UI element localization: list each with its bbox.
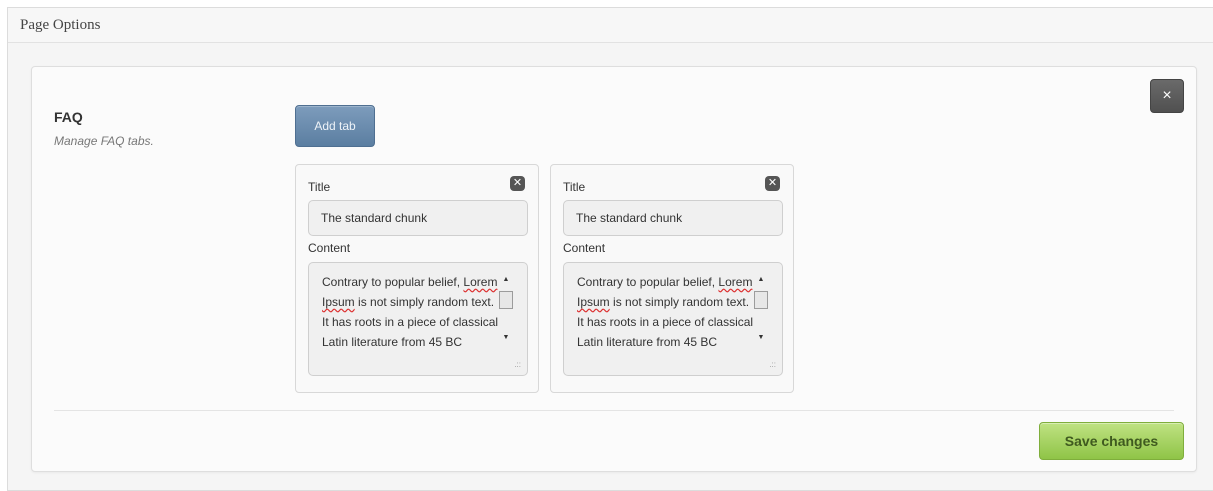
faq-tab-card: ✕ Title The standard chunk Content Contr… (295, 164, 539, 393)
arrow-down-icon[interactable]: ▼ (498, 331, 514, 345)
content-label: Content (563, 241, 606, 255)
title-label: Title (563, 180, 586, 194)
tab-title-input[interactable]: The standard chunk (563, 200, 783, 236)
page-options-container: Page Options × FAQ Manage FAQ tabs. Add … (7, 7, 1213, 491)
content-label: Content (308, 241, 351, 255)
tab-content-text: Contrary to popular belief, Lorem Ipsum … (577, 275, 754, 349)
resize-grip-icon[interactable]: .:: (514, 361, 521, 369)
textarea-scrollbar[interactable]: ▲ ▼ (498, 273, 514, 351)
footer-divider (54, 410, 1174, 411)
tab-content-text: Contrary to popular belief, Lorem Ipsum … (322, 275, 499, 349)
textarea-scrollbar[interactable]: ▲ ▼ (753, 273, 769, 351)
save-changes-button[interactable]: Save changes (1039, 422, 1184, 460)
close-icon: ✕ (512, 177, 523, 189)
section-title: FAQ (54, 109, 83, 125)
scrollbar-thumb[interactable] (499, 291, 513, 309)
faq-options-panel: × FAQ Manage FAQ tabs. Add tab ✕ Title T… (31, 66, 1197, 472)
close-panel-button[interactable]: × (1150, 79, 1184, 113)
tab-content-textarea[interactable]: Contrary to popular belief, Lorem Ipsum … (563, 262, 783, 376)
arrow-up-icon[interactable]: ▲ (498, 273, 514, 287)
remove-tab-button[interactable]: ✕ (510, 176, 525, 191)
arrow-up-icon[interactable]: ▲ (753, 273, 769, 287)
remove-tab-button[interactable]: ✕ (765, 176, 780, 191)
resize-grip-icon[interactable]: .:: (769, 361, 776, 369)
page-options-header: Page Options (8, 8, 1213, 43)
arrow-down-icon[interactable]: ▼ (753, 331, 769, 345)
tab-content-textarea[interactable]: Contrary to popular belief, Lorem Ipsum … (308, 262, 528, 376)
page-title: Page Options (20, 17, 101, 33)
add-tab-button[interactable]: Add tab (295, 105, 375, 147)
tab-title-input[interactable]: The standard chunk (308, 200, 528, 236)
faq-section-label: FAQ Manage FAQ tabs. (54, 109, 154, 148)
close-icon: × (1162, 87, 1172, 104)
close-icon: ✕ (767, 177, 778, 189)
scrollbar-thumb[interactable] (754, 291, 768, 309)
faq-tab-card: ✕ Title The standard chunk Content Contr… (550, 164, 794, 393)
section-description: Manage FAQ tabs. (54, 134, 154, 148)
title-label: Title (308, 180, 331, 194)
